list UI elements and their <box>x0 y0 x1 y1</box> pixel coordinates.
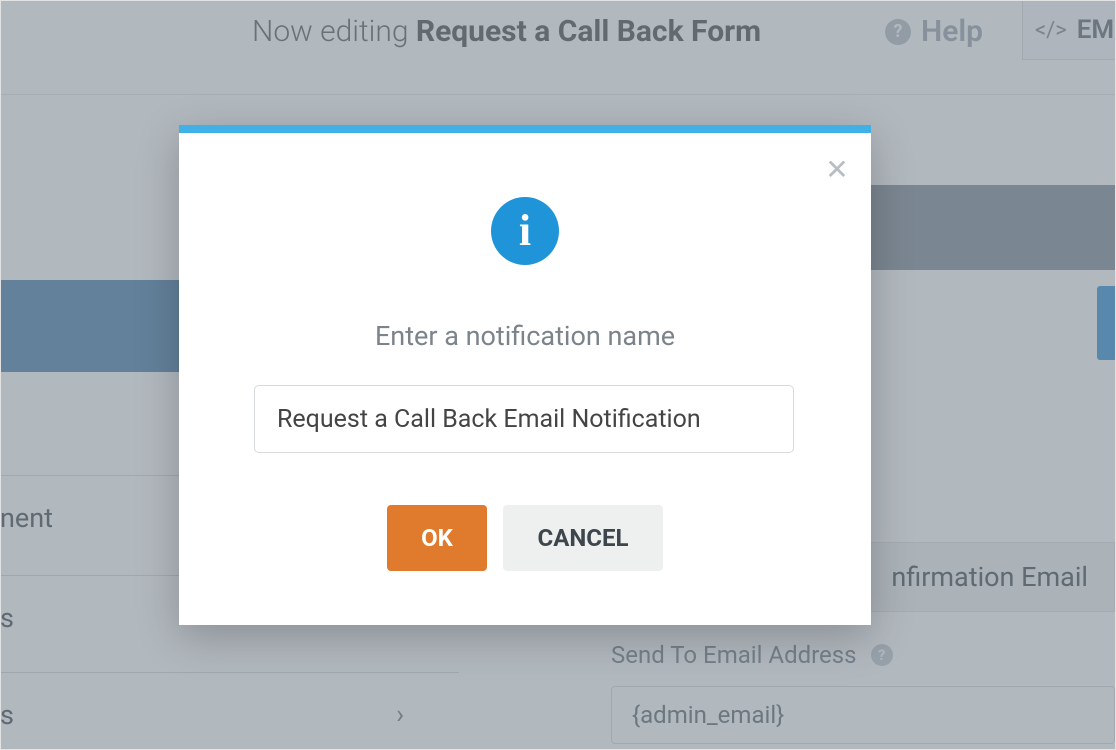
cancel-button[interactable]: CANCEL <box>503 505 663 571</box>
notification-name-input[interactable] <box>254 385 794 453</box>
modal-accent-bar <box>179 125 871 133</box>
ok-button[interactable]: OK <box>387 505 487 571</box>
notification-name-modal: ✕ i Enter a notification name OK CANCEL <box>179 125 871 625</box>
close-icon[interactable]: ✕ <box>821 153 853 185</box>
modal-actions: OK CANCEL <box>179 505 871 571</box>
modal-prompt: Enter a notification name <box>179 320 871 352</box>
info-icon: i <box>491 197 559 265</box>
